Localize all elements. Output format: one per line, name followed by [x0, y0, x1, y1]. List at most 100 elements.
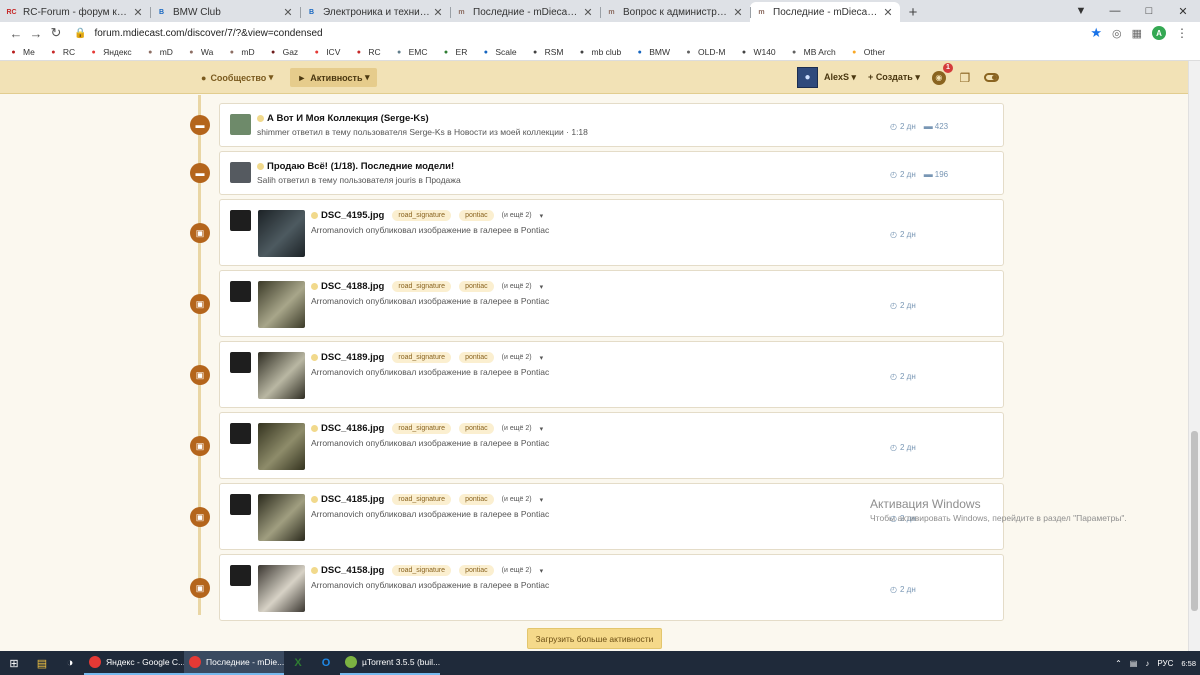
taskbar-clock[interactable]: 6:58 [1181, 659, 1196, 668]
messages-chat-icon[interactable]: ❐ [958, 71, 972, 85]
tag-badge[interactable]: road_signature [392, 352, 452, 363]
scrollbar-thumb[interactable] [1191, 431, 1198, 611]
page-scrollbar[interactable] [1188, 61, 1200, 651]
nav-community[interactable]: ● Сообщество ▾ [194, 68, 280, 87]
activity-title-link[interactable]: DSC_4186.jpg [321, 423, 384, 434]
tag-badge[interactable]: pontiac [459, 210, 494, 221]
gallery-thumbnail[interactable] [258, 494, 305, 541]
gallery-thumbnail[interactable] [258, 565, 305, 612]
file-explorer-icon[interactable]: ▤ [28, 651, 56, 675]
author-avatar[interactable] [230, 352, 251, 373]
tag-badge[interactable]: pontiac [459, 281, 494, 292]
bookmark-item[interactable]: ● mb club [577, 47, 621, 58]
tag-badge[interactable]: pontiac [459, 423, 494, 434]
bookmark-item[interactable]: ● RSM [530, 47, 564, 58]
browser-tab[interactable]: B BMW Club ✕ [150, 2, 300, 22]
browser-tab[interactable]: m Последние - mDiecast Forums✕ [450, 2, 600, 22]
bookmark-item[interactable]: ● BMW [634, 47, 670, 58]
back-arrow-icon[interactable]: ← [6, 26, 26, 41]
reload-icon[interactable]: ↻ [46, 25, 66, 41]
bookmark-item[interactable]: ● mD [226, 47, 255, 58]
tab-close-icon[interactable]: ✕ [732, 6, 744, 19]
extension-puzzle-icon[interactable]: ▦ [1132, 27, 1142, 40]
tag-badge[interactable]: road_signature [392, 565, 452, 576]
keyboard-language[interactable]: РУС [1157, 659, 1173, 668]
bookmark-item[interactable]: ● RC [48, 47, 75, 58]
excel-icon[interactable]: X [284, 651, 312, 675]
minimize-button[interactable]: — [1098, 5, 1132, 17]
browser-tab[interactable]: B Электроника и техника | BMW Cl✕ [300, 2, 450, 22]
chevron-down-icon[interactable]: ▾ [540, 567, 544, 575]
windows-start-icon[interactable]: ⊞ [0, 651, 28, 675]
author-avatar[interactable] [230, 210, 251, 231]
bookmark-item[interactable]: ● Wa [186, 47, 213, 58]
gallery-thumbnail[interactable] [258, 210, 305, 257]
chevron-down-icon[interactable]: ▾ [540, 496, 544, 504]
create-button[interactable]: + Создать ▾ [868, 72, 920, 83]
maximize-button[interactable]: □ [1132, 5, 1166, 17]
more-tags-toggle[interactable]: (и ещё 2) [502, 425, 532, 432]
activity-title-link[interactable]: А Вот И Моя Коллекция (Serge-Ks) [267, 113, 429, 124]
taskbar-app[interactable]: Яндекс - Google C... [84, 651, 184, 675]
more-tags-toggle[interactable]: (и ещё 2) [502, 496, 532, 503]
browser-tab[interactable]: RC RC-Forum - форум коллекционе✕ [0, 2, 150, 22]
author-avatar[interactable] [230, 114, 251, 135]
network-icon[interactable]: ▤ [1130, 659, 1138, 668]
tab-close-icon[interactable]: ✕ [582, 6, 594, 19]
tag-badge[interactable]: road_signature [392, 494, 452, 505]
more-tags-toggle[interactable]: (и ещё 2) [502, 212, 532, 219]
more-tags-toggle[interactable]: (и ещё 2) [502, 354, 532, 361]
url-input[interactable]: 🔒 forum.mdiecast.com/discover/7/?&view=c… [74, 24, 1082, 42]
close-button[interactable]: ✕ [1166, 5, 1200, 18]
bookmark-item[interactable]: ● Scale [480, 47, 517, 58]
load-more-button[interactable]: Загрузить больше активности [527, 628, 662, 649]
bookmark-item[interactable]: ● OLD-M [683, 47, 725, 58]
bookmark-item[interactable]: ● EMC [394, 47, 428, 58]
taskbar-app[interactable]: µTorrent 3.5.5 (buil... [340, 651, 440, 675]
profile-avatar[interactable]: A [1152, 26, 1166, 40]
tab-close-icon[interactable]: ✕ [282, 6, 294, 19]
bookmark-item[interactable]: ● RC [353, 47, 381, 58]
browser-tab[interactable]: m Вопрос к администрации фору✕ [600, 2, 750, 22]
activity-title-link[interactable]: Продаю Всё! (1/18). Последние модели! [267, 161, 454, 172]
more-tags-toggle[interactable]: (и ещё 2) [502, 283, 532, 290]
bookmark-item[interactable]: ● Other [849, 47, 885, 58]
tab-close-icon[interactable]: ✕ [882, 6, 894, 19]
author-avatar[interactable] [230, 494, 251, 515]
activity-title-link[interactable]: DSC_4195.jpg [321, 210, 384, 221]
tray-chevron-icon[interactable]: ⌃ [1115, 659, 1122, 668]
user-menu[interactable]: AlexS ▾ [824, 72, 856, 83]
extension-globe-icon[interactable]: ◎ [1112, 27, 1122, 40]
bookmark-item[interactable]: ● Gaz [268, 47, 298, 58]
chevron-down-icon[interactable]: ▾ [540, 283, 544, 291]
bookmark-item[interactable]: ● ER [441, 47, 467, 58]
gallery-thumbnail[interactable] [258, 352, 305, 399]
chevron-down-icon[interactable]: ▾ [540, 425, 544, 433]
bookmark-item[interactable]: ● Me [8, 47, 34, 58]
gallery-thumbnail[interactable] [258, 423, 305, 470]
bookmark-item[interactable]: ● MB Arch [789, 47, 836, 58]
author-avatar[interactable] [230, 423, 251, 444]
bookmark-item[interactable]: ● W140 [738, 47, 776, 58]
bookmark-item[interactable]: ● mD [145, 47, 173, 58]
volume-icon[interactable]: ♪ [1145, 659, 1149, 668]
author-avatar[interactable] [230, 162, 251, 183]
activity-title-link[interactable]: DSC_4158.jpg [321, 565, 384, 576]
chevron-down-icon[interactable]: ▾ [540, 212, 544, 220]
activity-title-link[interactable]: DSC_4189.jpg [321, 352, 384, 363]
theme-toggle[interactable] [983, 73, 999, 82]
tab-close-icon[interactable]: ✕ [132, 6, 144, 19]
tag-badge[interactable]: pontiac [459, 352, 494, 363]
nav-activity[interactable]: ► Активность ▾ [290, 68, 377, 87]
tag-badge[interactable]: road_signature [392, 281, 452, 292]
menu-kebab-icon[interactable]: ⋮ [1176, 26, 1188, 40]
new-tab-button[interactable]: + [900, 2, 926, 22]
bookmark-star-icon[interactable]: ★ [1090, 25, 1102, 41]
network-app-icon[interactable]: ◑ [56, 651, 84, 675]
author-avatar[interactable] [230, 281, 251, 302]
tag-badge[interactable]: pontiac [459, 565, 494, 576]
outlook-icon[interactable]: O [312, 651, 340, 675]
bookmark-item[interactable]: ● ICV [311, 47, 341, 58]
activity-title-link[interactable]: DSC_4188.jpg [321, 281, 384, 292]
author-avatar[interactable] [230, 565, 251, 586]
